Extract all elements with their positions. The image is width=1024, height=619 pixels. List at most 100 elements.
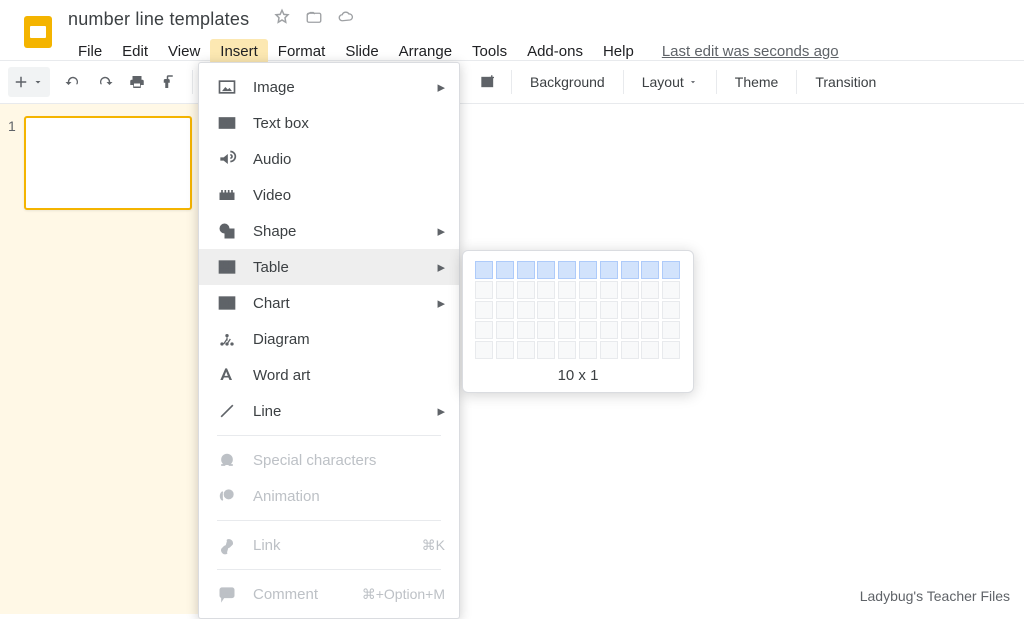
table-cell[interactable]: [517, 281, 535, 299]
table-cell[interactable]: [517, 341, 535, 359]
table-cell[interactable]: [496, 281, 514, 299]
table-cell[interactable]: [517, 301, 535, 319]
document-title[interactable]: number line templates: [68, 9, 249, 30]
table-cell[interactable]: [517, 321, 535, 339]
theme-button[interactable]: Theme: [725, 67, 789, 97]
insert-text-box[interactable]: Text box: [199, 105, 459, 141]
animation-icon: [217, 486, 237, 506]
table-cell[interactable]: [662, 321, 680, 339]
table-cell[interactable]: [537, 321, 555, 339]
menu-file[interactable]: File: [68, 39, 112, 64]
table-cell[interactable]: [475, 301, 493, 319]
table-cell[interactable]: [558, 281, 576, 299]
new-slide-button[interactable]: [8, 67, 50, 97]
table-cell[interactable]: [621, 281, 639, 299]
insert-menu: Image▸ Text box AudioVideoShape▸Table▸Char…: [198, 62, 460, 619]
table-cell[interactable]: [537, 281, 555, 299]
table-cell[interactable]: [517, 261, 535, 279]
table-cell[interactable]: [600, 321, 618, 339]
menu-item-label: Text box: [253, 115, 309, 132]
table-cell[interactable]: [662, 341, 680, 359]
comment-icon: [217, 584, 237, 604]
table-cell[interactable]: [475, 281, 493, 299]
insert-diagram[interactable]: Diagram: [199, 321, 459, 357]
star-icon[interactable]: [273, 8, 291, 31]
menu-item-label: Comment: [253, 586, 318, 603]
table-cell[interactable]: [579, 281, 597, 299]
insert-image[interactable]: Image▸: [199, 69, 459, 105]
insert-line[interactable]: Line▸: [199, 393, 459, 429]
chevron-down-icon: [30, 76, 46, 88]
table-cell[interactable]: [537, 341, 555, 359]
table-cell[interactable]: [600, 281, 618, 299]
table-cell[interactable]: [621, 301, 639, 319]
table-cell[interactable]: [600, 341, 618, 359]
menu-tools[interactable]: Tools: [462, 39, 517, 64]
table-cell[interactable]: [579, 341, 597, 359]
menu-help[interactable]: Help: [593, 39, 644, 64]
table-cell[interactable]: [621, 321, 639, 339]
menu-arrange[interactable]: Arrange: [389, 39, 462, 64]
table-cell[interactable]: [496, 301, 514, 319]
menu-slide[interactable]: Slide: [335, 39, 388, 64]
table-cell[interactable]: [621, 261, 639, 279]
last-edit-link[interactable]: Last edit was seconds ago: [662, 43, 839, 60]
table-cell[interactable]: [641, 321, 659, 339]
insert-video[interactable]: Video: [199, 177, 459, 213]
menu-format[interactable]: Format: [268, 39, 336, 64]
table-cell[interactable]: [579, 321, 597, 339]
menu-edit[interactable]: Edit: [112, 39, 158, 64]
menu-item-label: Link: [253, 537, 281, 554]
table-cell[interactable]: [558, 341, 576, 359]
table-cell[interactable]: [662, 301, 680, 319]
insert-word-art[interactable]: Word art: [199, 357, 459, 393]
table-cell[interactable]: [600, 301, 618, 319]
cloud-status-icon[interactable]: [337, 8, 355, 31]
table-cell[interactable]: [600, 261, 618, 279]
insert-table[interactable]: Table▸: [199, 249, 459, 285]
table-cell[interactable]: [641, 301, 659, 319]
table-cell[interactable]: [641, 281, 659, 299]
undo-button[interactable]: [58, 67, 88, 97]
table-cell[interactable]: [475, 261, 493, 279]
slide-thumbnail[interactable]: [24, 116, 192, 210]
insert-audio[interactable]: Audio: [199, 141, 459, 177]
toolbar: Background Layout Theme Transition: [0, 60, 1024, 104]
insert-shape[interactable]: Shape▸: [199, 213, 459, 249]
submenu-arrow-icon: ▸: [437, 222, 445, 240]
table-cell[interactable]: [496, 321, 514, 339]
table-cell[interactable]: [558, 321, 576, 339]
shape-icon: [217, 221, 237, 241]
background-button[interactable]: Background: [520, 67, 615, 97]
table-cell[interactable]: [558, 301, 576, 319]
table-cell[interactable]: [579, 301, 597, 319]
table-cell[interactable]: [558, 261, 576, 279]
table-cell[interactable]: [475, 341, 493, 359]
table-cell[interactable]: [641, 261, 659, 279]
transition-button[interactable]: Transition: [805, 67, 886, 97]
paint-format-button[interactable]: [154, 67, 184, 97]
menubar: File Edit View Insert Format Slide Arran…: [68, 39, 1024, 64]
menu-addons[interactable]: Add-ons: [517, 39, 593, 64]
move-icon[interactable]: [305, 8, 323, 31]
insert-comment: Comment⌘+Option+M: [199, 576, 459, 612]
table-cell[interactable]: [579, 261, 597, 279]
print-button[interactable]: [122, 67, 152, 97]
table-cell[interactable]: [621, 341, 639, 359]
menu-insert[interactable]: Insert: [210, 39, 268, 64]
table-cell[interactable]: [537, 301, 555, 319]
menu-view[interactable]: View: [158, 39, 210, 64]
table-cell[interactable]: [496, 341, 514, 359]
table-cell[interactable]: [662, 261, 680, 279]
submenu-arrow-icon: ▸: [437, 294, 445, 312]
table-cell[interactable]: [641, 341, 659, 359]
add-object-button[interactable]: [473, 67, 503, 97]
table-cell[interactable]: [475, 321, 493, 339]
redo-button[interactable]: [90, 67, 120, 97]
table-cell[interactable]: [496, 261, 514, 279]
insert-chart[interactable]: Chart▸: [199, 285, 459, 321]
layout-button[interactable]: Layout: [632, 67, 708, 97]
table-cell[interactable]: [537, 261, 555, 279]
table-cell[interactable]: [662, 281, 680, 299]
submenu-arrow-icon: ▸: [437, 258, 445, 276]
